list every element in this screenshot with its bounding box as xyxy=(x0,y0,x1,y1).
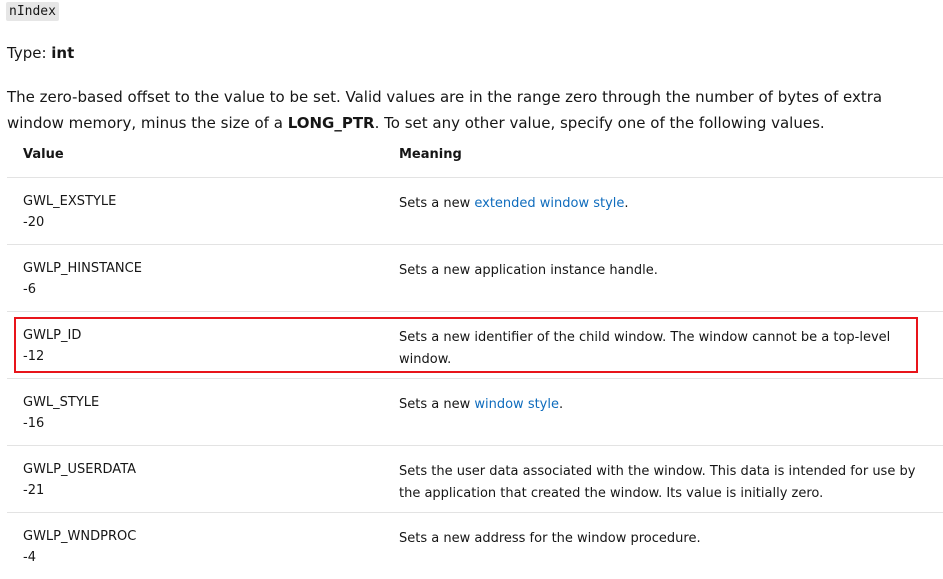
table-row: GWLP_WNDPROC -4 Sets a new address for t… xyxy=(7,513,943,579)
meaning-text-end: . xyxy=(559,397,564,412)
value-name: GWLP_HINSTANCE xyxy=(23,261,142,276)
meaning-text: Sets a new xyxy=(399,196,475,211)
value-name: GWLP_WNDPROC xyxy=(23,529,137,544)
value-name: GWL_STYLE xyxy=(23,395,100,410)
value-meaning: Sets a new identifier of the child windo… xyxy=(399,330,891,367)
value-name: GWLP_USERDATA xyxy=(23,462,137,477)
table-row: GWL_EXSTYLE -20 Sets a new extended wind… xyxy=(7,178,943,245)
parameter-description: The zero-based offset to the value to be… xyxy=(7,84,907,136)
parameter-type: Type: int xyxy=(7,43,74,63)
table-row: GWLP_HINSTANCE -6 Sets a new application… xyxy=(7,245,943,312)
table-row: GWLP_ID -12 Sets a new identifier of the… xyxy=(7,312,943,379)
type-label: Type: xyxy=(7,44,52,62)
table-row: GWLP_USERDATA -21 Sets the user data ass… xyxy=(7,446,943,513)
value-number: -21 xyxy=(23,483,45,498)
value-meaning: Sets a new address for the window proced… xyxy=(399,531,701,546)
value-number: -4 xyxy=(23,550,36,565)
value-number: -6 xyxy=(23,282,36,297)
description-bold-type: LONG_PTR xyxy=(287,114,375,132)
window-style-link[interactable]: window style xyxy=(474,397,559,412)
extended-window-style-link[interactable]: extended window style xyxy=(474,196,624,211)
value-meaning: Sets the user data associated with the w… xyxy=(399,464,916,501)
value-number: -20 xyxy=(23,215,45,230)
values-table: Value Meaning GWL_EXSTYLE -20 Sets a new… xyxy=(7,140,943,579)
value-meaning: Sets a new window style. xyxy=(399,394,919,416)
meaning-text: Sets a new xyxy=(399,397,475,412)
description-text-2: . To set any other value, specify one of… xyxy=(374,114,825,132)
column-header-meaning: Meaning xyxy=(399,147,462,162)
table-header: Value Meaning xyxy=(7,140,943,178)
value-meaning: Sets a new extended window style. xyxy=(399,193,919,215)
value-name: GWL_EXSTYLE xyxy=(23,194,117,209)
value-number: -12 xyxy=(23,349,45,364)
value-meaning: Sets a new application instance handle. xyxy=(399,263,658,278)
value-number: -16 xyxy=(23,416,45,431)
value-name: GWLP_ID xyxy=(23,328,82,343)
meaning-text-end: . xyxy=(624,196,629,211)
parameter-name: nIndex xyxy=(6,2,59,21)
type-value: int xyxy=(51,44,75,62)
column-header-value: Value xyxy=(23,147,64,162)
table-row: GWL_STYLE -16 Sets a new window style. xyxy=(7,379,943,446)
